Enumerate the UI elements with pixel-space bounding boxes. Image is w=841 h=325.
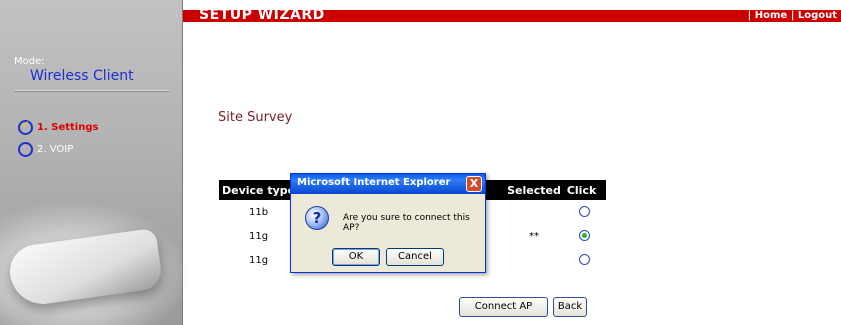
back-button[interactable]: Back xyxy=(553,297,587,317)
selected-cell: ** xyxy=(528,230,539,242)
column-header-device-type: Device type xyxy=(219,180,299,200)
step-settings[interactable]: ✓ 1. Settings xyxy=(18,118,99,135)
ap-radio-button[interactable] xyxy=(579,206,591,218)
dialog-title: Microsoft Internet Explorer xyxy=(297,177,451,188)
selected-cell xyxy=(504,200,564,224)
column-header-selected: Selected xyxy=(504,180,564,200)
close-icon[interactable]: X xyxy=(466,176,482,192)
header-links: | Home | Logout xyxy=(748,10,837,21)
ap-radio-button[interactable] xyxy=(579,254,591,266)
click-cell xyxy=(564,200,606,224)
page-title: Site Survey xyxy=(218,110,293,125)
device-type-cell: 11b xyxy=(249,206,269,218)
step-voip[interactable]: 2. VOIP xyxy=(18,142,73,157)
step-label: 2. VOIP xyxy=(37,144,74,155)
click-cell xyxy=(564,224,606,248)
confirm-dialog: Microsoft Internet Explorer X ? Are you … xyxy=(290,173,486,273)
home-link[interactable]: | Home xyxy=(748,10,788,21)
selected-cell xyxy=(504,248,564,272)
dialog-message: Are you sure to connect this AP? xyxy=(343,213,470,233)
header-bar: SETUP WIZARD | Home | Logout xyxy=(183,7,841,23)
connect-ap-button[interactable]: Connect AP xyxy=(459,297,548,317)
column-header-click: Click xyxy=(563,180,606,200)
sidebar: Mode: Wireless Client ✓ 1. Settings 2. V… xyxy=(0,0,190,325)
mode-value: Wireless Client xyxy=(30,68,134,84)
step-indicator-icon: ✓ xyxy=(18,118,33,135)
cancel-button[interactable]: Cancel xyxy=(386,248,444,266)
step-indicator-icon xyxy=(18,142,33,157)
click-cell xyxy=(564,248,606,272)
ap-radio-button[interactable] xyxy=(579,230,591,242)
dialog-titlebar[interactable]: Microsoft Internet Explorer X xyxy=(291,174,485,194)
mode-divider xyxy=(14,90,169,92)
ok-button[interactable]: OK xyxy=(332,248,380,266)
mode-label: Mode: xyxy=(14,56,45,67)
device-type-cell: 11g xyxy=(249,254,269,266)
logout-link[interactable]: | Logout xyxy=(791,10,837,21)
question-icon: ? xyxy=(305,206,329,230)
page-header-title: SETUP WIZARD xyxy=(199,7,325,23)
device-type-cell: 11g xyxy=(249,230,269,242)
step-label: 1. Settings xyxy=(37,122,99,133)
